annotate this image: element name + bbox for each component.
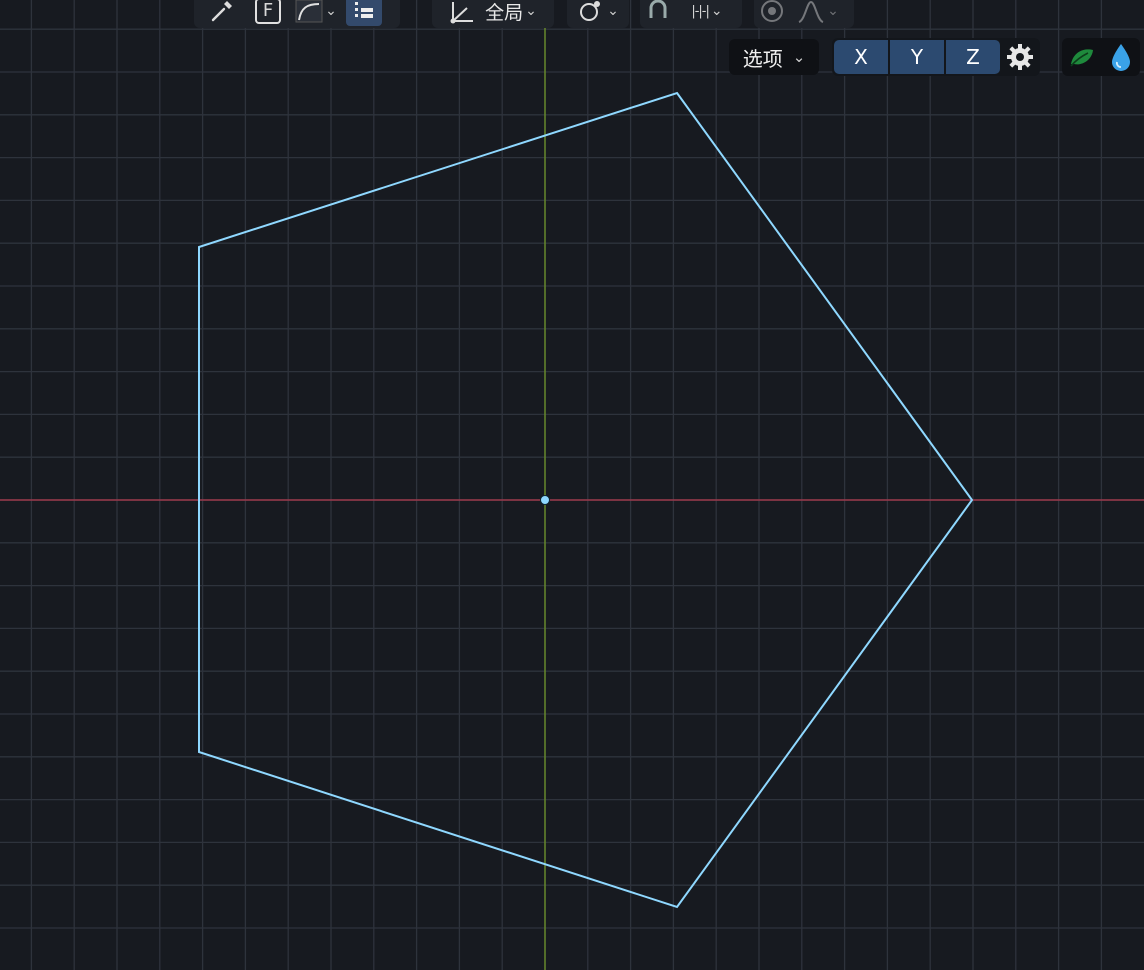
transform-orientation-dropdown[interactable]: 全局 ⌄ bbox=[432, 0, 554, 26]
snap-magnet-icon bbox=[649, 0, 667, 18]
chevron-down-icon: ⌄ bbox=[792, 48, 806, 66]
chevron-down-icon: ⌄ bbox=[827, 3, 839, 19]
pivot-icon bbox=[580, 1, 601, 21]
curve-dropdown[interactable]: ⌄ bbox=[286, 0, 346, 26]
snap-increment-dropdown[interactable]: |-|-| ⌄ bbox=[676, 0, 738, 26]
axis-y-button[interactable]: Y bbox=[890, 40, 944, 74]
leaf-button[interactable] bbox=[1067, 42, 1097, 72]
proportional-edit-icon bbox=[761, 0, 783, 22]
list-toggle-button[interactable] bbox=[346, 0, 382, 26]
chevron-down-icon: ⌄ bbox=[607, 3, 619, 19]
axis-x-button[interactable]: X bbox=[834, 40, 888, 74]
viewport-grid bbox=[0, 0, 1144, 970]
chevron-down-icon: ⌄ bbox=[525, 3, 537, 19]
eyedropper-icon bbox=[211, 1, 232, 22]
leaf-icon bbox=[1069, 49, 1093, 67]
falloff-icon bbox=[798, 0, 824, 23]
proportional-edit-toggle[interactable] bbox=[754, 0, 790, 26]
snapping-group: |-|-| ⌄ bbox=[640, 0, 742, 28]
gear-icon bbox=[1007, 44, 1033, 70]
pivot-point-dropdown[interactable]: ⌄ bbox=[567, 0, 629, 26]
snap-increment-icon: |-|-| bbox=[691, 3, 710, 19]
axis-settings-button[interactable] bbox=[1002, 40, 1038, 74]
pivot-group: ⌄ bbox=[567, 0, 629, 28]
transform-orientation-label: 全局 bbox=[485, 1, 524, 24]
proportional-edit-group: ⌄ bbox=[754, 0, 854, 28]
face-mode-icon: F bbox=[254, 0, 282, 24]
chevron-down-icon: ⌄ bbox=[325, 3, 337, 19]
options-dropdown[interactable]: 选项 ⌄ bbox=[729, 39, 819, 75]
list-icon bbox=[355, 2, 373, 18]
axis-z-button[interactable]: Z bbox=[946, 40, 1000, 74]
eyedropper-button[interactable] bbox=[194, 0, 250, 26]
transform-orientation-icon bbox=[450, 2, 474, 24]
face-mode-button[interactable]: F bbox=[250, 0, 286, 26]
3d-viewport[interactable] bbox=[0, 0, 1144, 970]
snap-toggle-button[interactable] bbox=[640, 0, 676, 26]
addon-tools-group bbox=[1062, 38, 1140, 76]
transform-orientation-group: 全局 ⌄ bbox=[432, 0, 554, 28]
water-drop-icon bbox=[1111, 44, 1130, 71]
falloff-dropdown[interactable]: ⌄ bbox=[790, 0, 846, 26]
curve-icon bbox=[295, 0, 323, 23]
object-origin[interactable] bbox=[540, 495, 550, 505]
chevron-down-icon: ⌄ bbox=[710, 3, 723, 19]
edit-tools-group: F ⌄ bbox=[194, 0, 400, 28]
mirror-axis-group: X Y Z bbox=[832, 38, 1040, 76]
water-drop-button[interactable] bbox=[1106, 42, 1136, 72]
options-label: 选项 bbox=[742, 46, 783, 71]
